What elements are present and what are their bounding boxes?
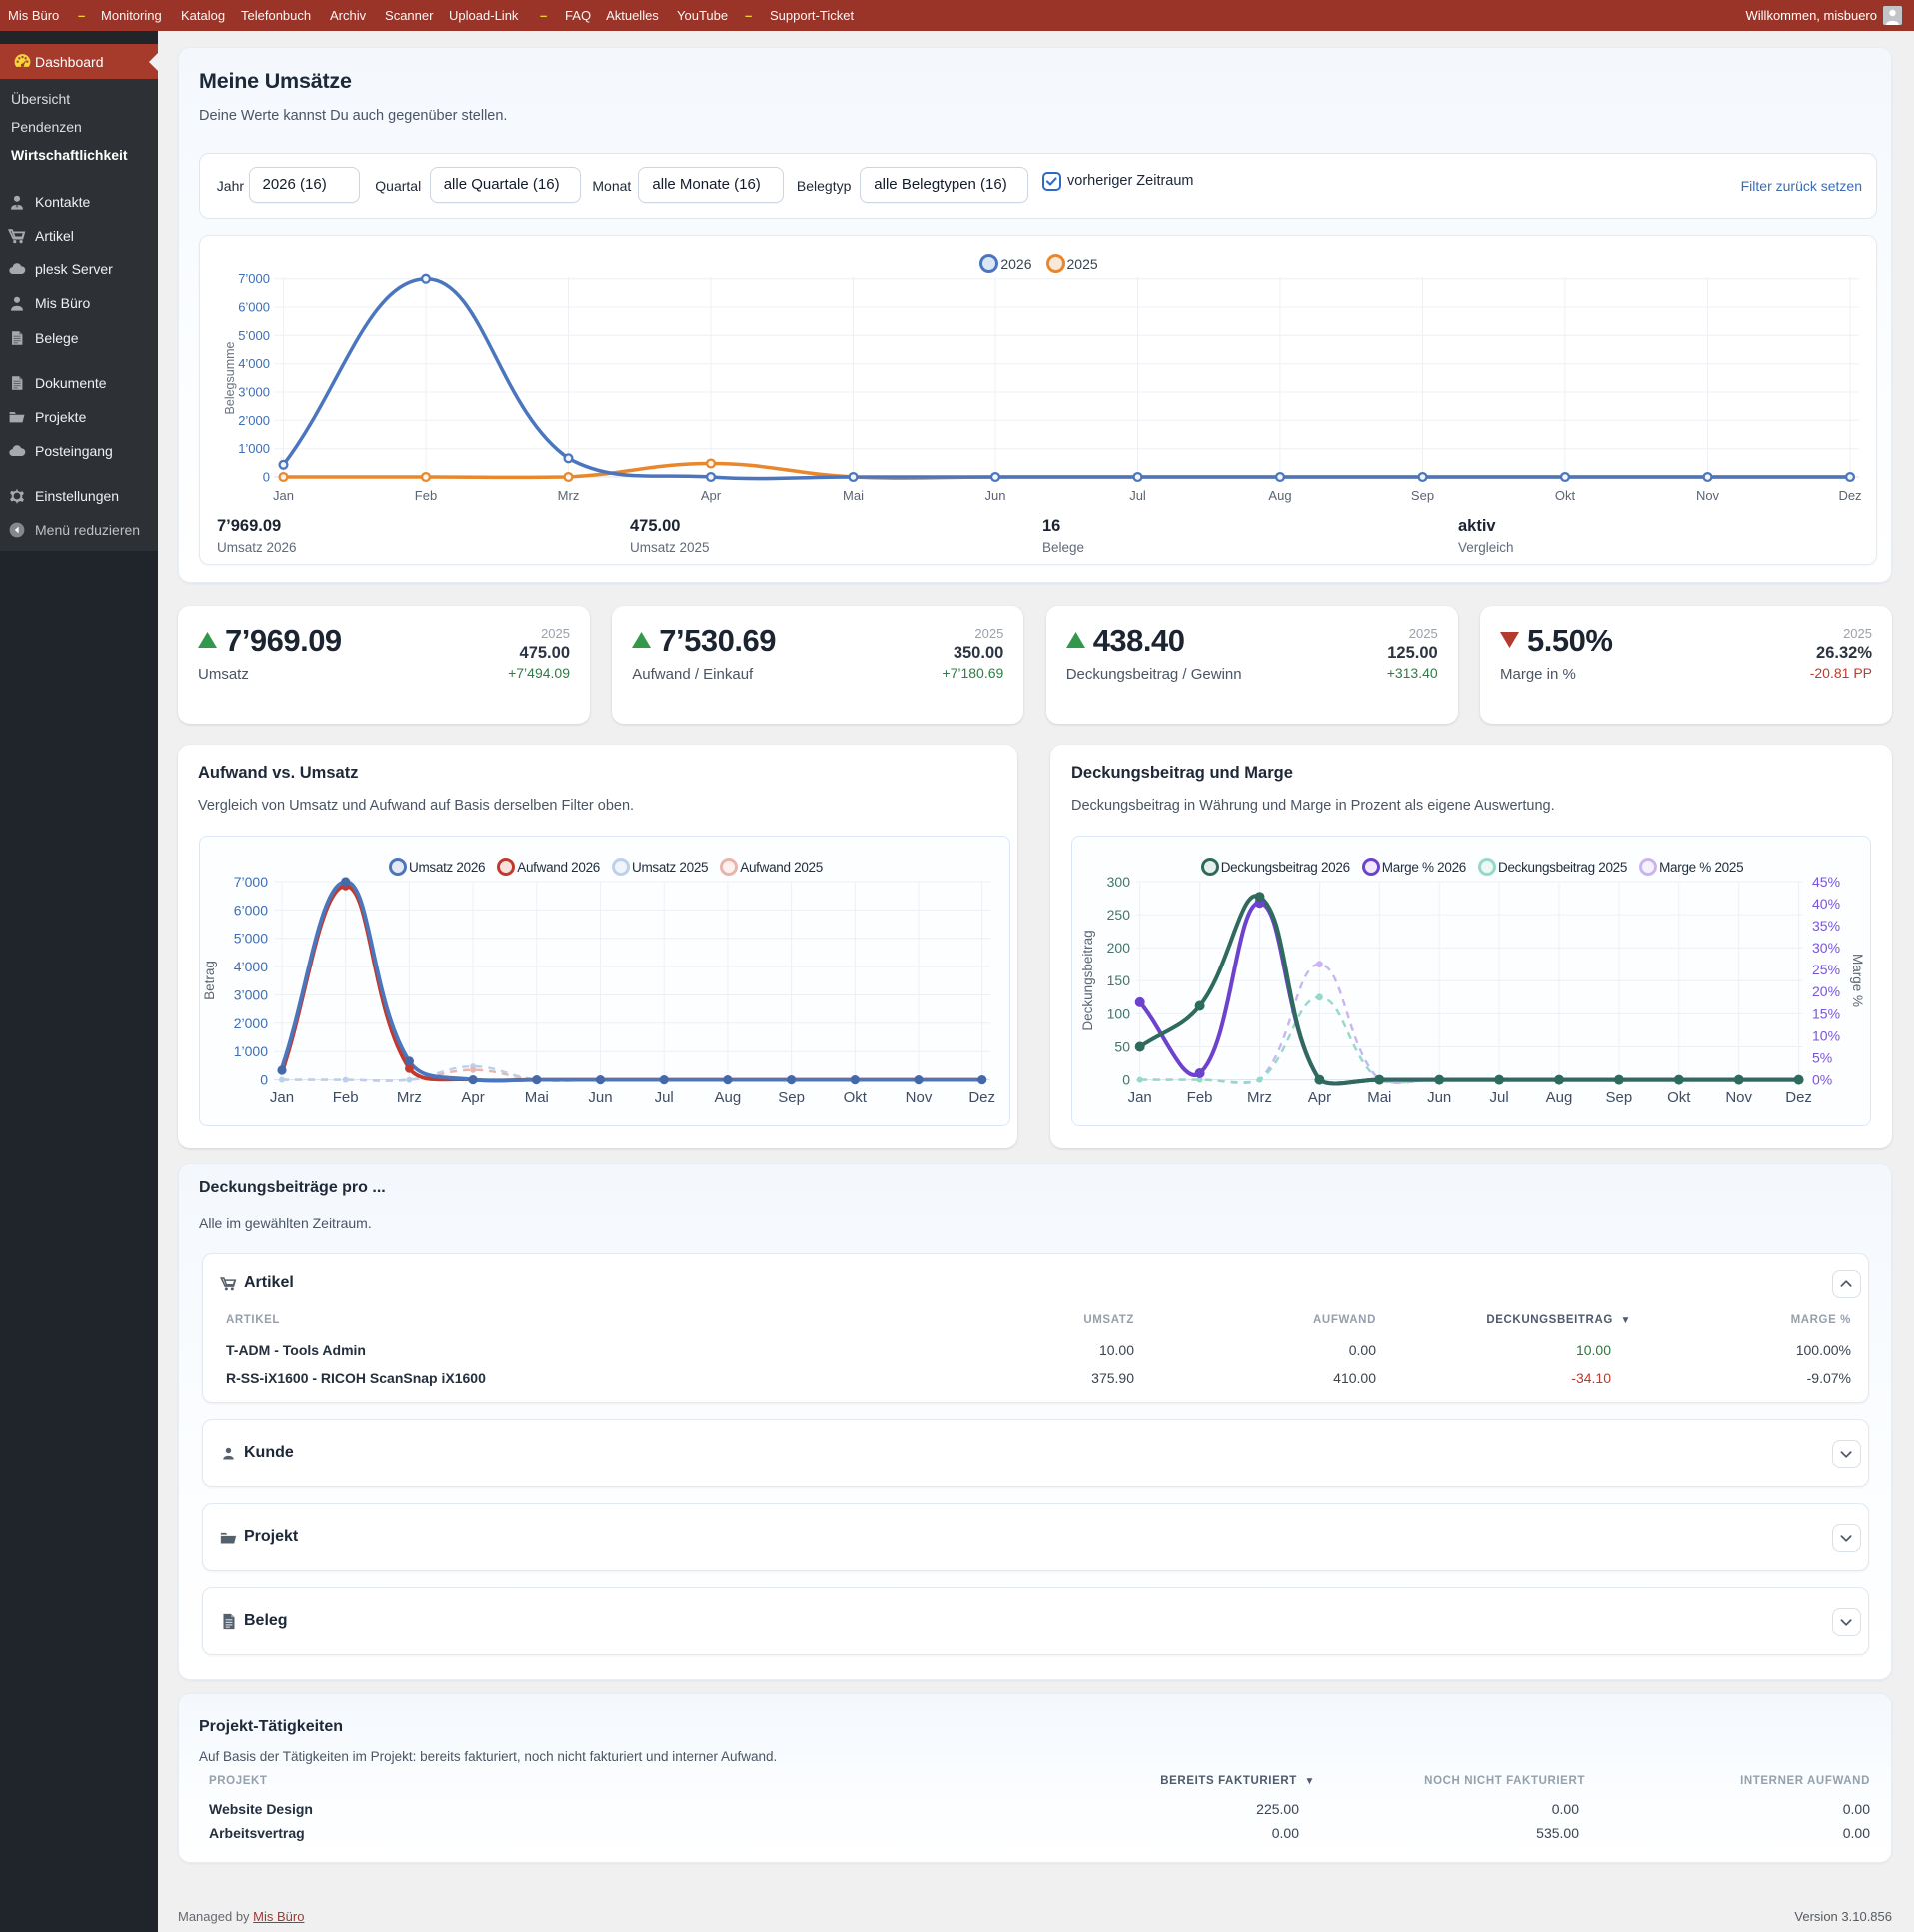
svg-text:6’000: 6’000 [234,902,268,918]
svg-text:0%: 0% [1812,1072,1832,1088]
svg-text:3’000: 3’000 [238,385,270,400]
svg-text:6’000: 6’000 [238,300,270,315]
svg-text:2’000: 2’000 [234,1015,268,1031]
svg-text:Belegsumme: Belegsumme [223,341,237,414]
svg-text:Nov: Nov [1725,1089,1752,1106]
svg-text:3’000: 3’000 [234,987,268,1003]
svg-text:Mrz: Mrz [558,488,580,503]
svg-text:0: 0 [263,470,270,485]
svg-text:15%: 15% [1812,1005,1840,1021]
svg-text:Jun: Jun [588,1089,612,1106]
svg-text:Okt: Okt [1667,1089,1691,1106]
svg-text:Deckungsbeitrag: Deckungsbeitrag [1080,930,1095,1030]
svg-text:Okt: Okt [844,1089,868,1106]
svg-text:250: 250 [1107,907,1131,923]
svg-text:30%: 30% [1812,940,1840,956]
svg-text:Marge %: Marge % [1850,954,1865,1007]
svg-text:10%: 10% [1812,1027,1840,1043]
svg-text:150: 150 [1107,972,1131,988]
svg-text:1’000: 1’000 [238,441,270,456]
svg-text:Dez: Dez [1838,488,1861,503]
svg-text:Jul: Jul [1490,1089,1509,1106]
svg-text:Jan: Jan [273,488,294,503]
svg-text:Jan: Jan [270,1089,294,1106]
svg-text:Jun: Jun [985,488,1006,503]
svg-text:50: 50 [1114,1038,1130,1054]
svg-text:7’000: 7’000 [238,271,270,286]
svg-text:Sep: Sep [778,1089,805,1106]
svg-text:Feb: Feb [1187,1089,1213,1106]
svg-text:Betrag: Betrag [202,961,217,1000]
svg-text:Apr: Apr [701,488,722,503]
svg-text:Mrz: Mrz [397,1089,422,1106]
svg-text:Aug: Aug [1268,488,1291,503]
svg-text:45%: 45% [1812,874,1840,890]
svg-text:0: 0 [260,1072,268,1088]
svg-text:Mai: Mai [843,488,864,503]
svg-text:Nov: Nov [1696,488,1720,503]
svg-text:Jul: Jul [655,1089,674,1106]
svg-text:25%: 25% [1812,962,1840,977]
svg-text:Sep: Sep [1606,1089,1633,1106]
svg-text:Sep: Sep [1411,488,1434,503]
svg-text:5%: 5% [1812,1049,1832,1065]
svg-text:7’000: 7’000 [234,874,268,890]
svg-text:200: 200 [1107,940,1131,956]
svg-text:1’000: 1’000 [234,1043,268,1059]
svg-text:Feb: Feb [333,1089,359,1106]
svg-text:2’000: 2’000 [238,413,270,428]
svg-text:Mrz: Mrz [1247,1089,1272,1106]
svg-text:0: 0 [1122,1072,1130,1088]
svg-text:Jul: Jul [1129,488,1146,503]
svg-text:Apr: Apr [461,1089,484,1106]
svg-text:Jan: Jan [1128,1089,1152,1106]
svg-text:Dez: Dez [1785,1089,1812,1106]
svg-text:20%: 20% [1812,983,1840,999]
svg-text:Nov: Nov [906,1089,933,1106]
svg-text:5’000: 5’000 [234,931,268,947]
svg-text:4’000: 4’000 [234,959,268,974]
svg-text:Aug: Aug [715,1089,742,1106]
svg-text:300: 300 [1107,874,1131,890]
svg-text:40%: 40% [1812,896,1840,912]
svg-text:4’000: 4’000 [238,356,270,371]
svg-text:Apr: Apr [1308,1089,1331,1106]
svg-text:100: 100 [1107,1005,1131,1021]
svg-text:35%: 35% [1812,918,1840,934]
svg-text:Jun: Jun [1427,1089,1451,1106]
svg-text:5’000: 5’000 [238,328,270,343]
svg-text:Okt: Okt [1555,488,1576,503]
svg-text:Mai: Mai [525,1089,549,1106]
svg-text:Mai: Mai [1367,1089,1391,1106]
svg-text:Feb: Feb [415,488,437,503]
svg-text:Aug: Aug [1546,1089,1573,1106]
svg-text:Dez: Dez [968,1089,995,1106]
